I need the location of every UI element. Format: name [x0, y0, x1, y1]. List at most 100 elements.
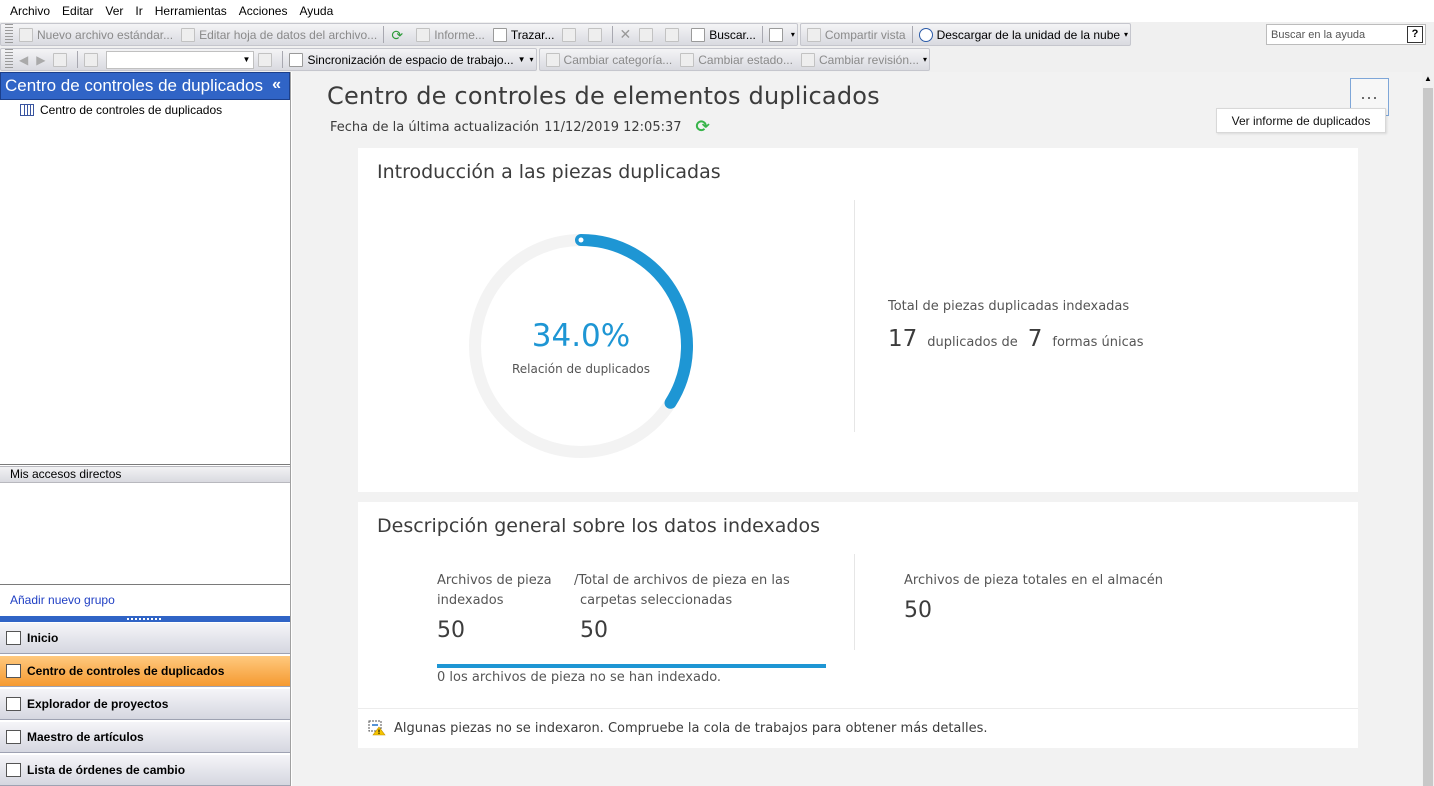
- search-sub-button[interactable]: [254, 49, 280, 70]
- menu-editar[interactable]: Editar: [56, 4, 99, 18]
- intro-title: Introducción a las piezas duplicadas: [377, 161, 721, 183]
- card-divider: [854, 200, 855, 432]
- help-search-input[interactable]: Buscar en la ayuda ?: [1266, 24, 1426, 45]
- paste-button[interactable]: [661, 24, 687, 45]
- navigation-pane: Centro de controles de duplicados « Cent…: [0, 72, 291, 786]
- plot-button[interactable]: Trazar...: [489, 24, 559, 45]
- menu-herramientas[interactable]: Herramientas: [149, 4, 233, 18]
- menu-ver[interactable]: Ver: [99, 4, 129, 18]
- shortcuts-header: Mis accesos directos: [0, 466, 290, 483]
- toolbar-separator: [383, 26, 385, 43]
- toolbar-separator: [77, 51, 79, 68]
- gauge-start-dot: [578, 237, 584, 243]
- refresh-icon[interactable]: ⟳: [696, 117, 710, 137]
- copy-button[interactable]: [635, 24, 661, 45]
- menu-archivo[interactable]: Archivo: [4, 4, 56, 18]
- home-flag-icon: [6, 631, 21, 645]
- workspace-sync-button[interactable]: Sincronización de espacio de trabajo... ▼: [285, 49, 529, 70]
- change-category-button[interactable]: Cambiar categoría...: [542, 49, 677, 70]
- chart-icon: [20, 104, 34, 116]
- nav-duplicates-center[interactable]: Centro de controles de duplicados: [0, 655, 290, 687]
- duplicates-count: 17: [888, 326, 918, 352]
- overview-title: Descripción general sobre los datos inde…: [377, 515, 820, 537]
- change-state-button[interactable]: Cambiar estado...: [676, 49, 797, 70]
- table-icon: [6, 730, 21, 744]
- toolbar-group-lifecycle: Cambiar categoría... Cambiar estado... C…: [538, 48, 931, 71]
- intro-card: Introducción a las piezas duplicadas 34.…: [358, 148, 1358, 492]
- toggle-pane-button[interactable]: [80, 49, 106, 70]
- up-folder-button[interactable]: [49, 49, 75, 70]
- collapse-pane-icon[interactable]: «: [272, 76, 281, 94]
- last-update: Fecha de la última actualización 11/12/2…: [330, 117, 710, 137]
- menu-acciones[interactable]: Acciones: [233, 4, 294, 18]
- toolbar-overflow-icon[interactable]: ▾: [791, 30, 795, 39]
- forward-arrow-icon: ▶: [36, 52, 46, 67]
- chart-icon: [6, 664, 21, 678]
- share-icon: [806, 27, 821, 42]
- menu-ir[interactable]: Ir: [129, 4, 148, 18]
- list-icon: [6, 763, 21, 777]
- total-duplicates-label: Total de piezas duplicadas indexadas: [888, 299, 1130, 314]
- edit-datasheet-button[interactable]: Editar hoja de datos del archivo...: [177, 24, 381, 45]
- toolbar-grip[interactable]: [5, 49, 13, 70]
- menu-ayuda[interactable]: Ayuda: [293, 4, 339, 18]
- category-icon: [545, 52, 560, 67]
- nav-change-orders[interactable]: Lista de órdenes de cambio: [0, 754, 290, 786]
- find-button[interactable]: Buscar...: [687, 24, 760, 45]
- print-preview-icon: [588, 27, 603, 42]
- print-icon: [562, 27, 577, 42]
- indexed-value: 50: [437, 618, 465, 643]
- add-group-link[interactable]: Añadir nuevo grupo: [10, 593, 115, 607]
- change-revision-button[interactable]: Cambiar revisión...: [797, 49, 923, 70]
- main-scrollbar[interactable]: ▲: [1422, 72, 1434, 786]
- tree-item-duplicates-center[interactable]: Centro de controles de duplicados: [20, 103, 222, 117]
- state-icon: [680, 52, 695, 67]
- toolbar-separator: [761, 26, 763, 43]
- pane-icon: [84, 52, 99, 67]
- page-title: Centro de controles de elementos duplica…: [327, 82, 880, 110]
- toolbar-overflow-icon[interactable]: ▾: [530, 55, 534, 64]
- toolbar-navigation: ◀ ▶ ▼ Sincronización de espacio de traba…: [0, 47, 1434, 72]
- scroll-up-icon[interactable]: ▲: [1422, 72, 1434, 86]
- forward-button[interactable]: ▶: [32, 49, 49, 70]
- toolbar-separator: [911, 26, 913, 43]
- total-folder-label-line1: /Total de archivos de pieza en las: [574, 573, 790, 588]
- chevron-down-icon: ▼: [517, 55, 526, 64]
- cloud-download-icon: [918, 27, 933, 42]
- delete-button[interactable]: ✕: [615, 24, 635, 45]
- refresh-button[interactable]: ⟳: [386, 24, 412, 45]
- help-button[interactable]: ?: [1407, 26, 1423, 43]
- duplicates-of-label: duplicados de: [927, 335, 1018, 350]
- revision-icon: [800, 52, 815, 67]
- cloud-download-button[interactable]: Descargar de la unidad de la nube: [915, 24, 1124, 45]
- indexed-progress-bar: [437, 664, 826, 668]
- cart-button[interactable]: [765, 24, 791, 45]
- toolbar-overflow-icon[interactable]: ▾: [1124, 30, 1128, 39]
- scroll-thumb[interactable]: [1423, 88, 1433, 786]
- nav-item-master[interactable]: Maestro de artículos: [0, 721, 290, 753]
- back-button[interactable]: ◀: [15, 49, 32, 70]
- toolbar-standard: Nuevo archivo estándar... Editar hoja de…: [0, 22, 1434, 47]
- toolbar-group-nav: ◀ ▶ ▼ Sincronización de espacio de traba…: [0, 48, 537, 71]
- new-file-button[interactable]: Nuevo archivo estándar...: [15, 24, 177, 45]
- toolbar-group-share: Compartir vista Descargar de la unidad d…: [799, 23, 1132, 46]
- total-folder-label-line2: carpetas seleccionadas: [580, 593, 733, 608]
- preview-button[interactable]: [584, 24, 610, 45]
- address-combo[interactable]: ▼: [106, 50, 255, 69]
- up-folder-icon: [53, 52, 68, 67]
- chevron-down-icon: ▼: [242, 55, 251, 64]
- copy-icon: [639, 27, 654, 42]
- nav-project-explorer[interactable]: Explorador de proyectos: [0, 688, 290, 720]
- toolbar-grip[interactable]: [5, 24, 13, 45]
- vault-total-label: Archivos de pieza totales en el almacén: [904, 573, 1164, 588]
- toolbar-overflow-icon[interactable]: ▾: [923, 55, 927, 64]
- indexed-label-line1: Archivos de pieza: [437, 573, 552, 588]
- report-icon: [416, 27, 431, 42]
- nav-inicio[interactable]: Inicio: [0, 622, 290, 654]
- print-button[interactable]: [558, 24, 584, 45]
- toolbar-separator: [282, 51, 284, 68]
- back-arrow-icon: ◀: [19, 52, 29, 67]
- report-button[interactable]: Informe...: [412, 24, 489, 45]
- not-indexed-text: 0 los archivos de pieza no se han indexa…: [437, 670, 722, 685]
- share-view-button[interactable]: Compartir vista: [803, 24, 910, 45]
